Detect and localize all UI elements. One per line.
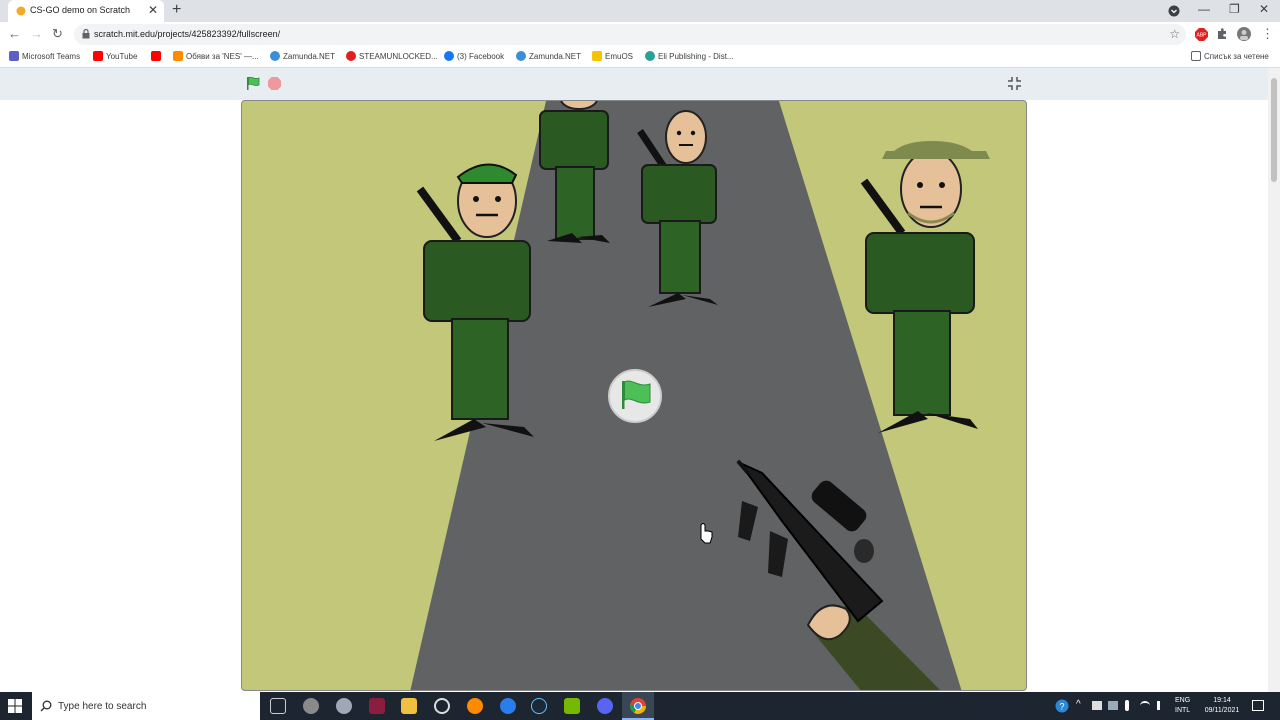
- steamunlocked-icon: [346, 51, 356, 61]
- wifi-icon[interactable]: [1140, 701, 1150, 710]
- clock[interactable]: 19:14 09/11/2021: [1200, 696, 1244, 716]
- bookmark-item[interactable]: Zamunda.NET: [270, 51, 335, 61]
- scratch-favicon-icon: [16, 6, 26, 16]
- green-flag-icon[interactable]: [246, 76, 261, 91]
- bookmark-item[interactable]: EmuOS: [592, 51, 633, 61]
- emuos-icon: [592, 51, 602, 61]
- bookmark-item[interactable]: Zamunda.NET: [516, 51, 581, 61]
- task-view-icon[interactable]: [270, 698, 286, 714]
- scratch-controls-bar: [0, 68, 1268, 100]
- bookmark-item[interactable]: YouTube: [93, 51, 137, 61]
- tab-search-icon[interactable]: [1168, 5, 1180, 17]
- chrome-taskbar-button[interactable]: [622, 692, 654, 720]
- windows-taskbar: Type here to search ? ^ ENG INTL 19:14 09/…: [0, 692, 1280, 720]
- reload-icon[interactable]: ↻: [52, 26, 63, 42]
- help-icon[interactable]: ?: [1055, 699, 1069, 713]
- olx-icon: [173, 51, 183, 61]
- page-scrollbar[interactable]: [1268, 68, 1280, 692]
- bookmark-item[interactable]: Microsoft Teams: [9, 51, 80, 61]
- close-window-button[interactable]: ✕: [1259, 2, 1269, 16]
- windows-start-icon[interactable]: [8, 699, 22, 713]
- extensions-puzzle-icon[interactable]: [1216, 28, 1228, 40]
- volume-icon[interactable]: [1157, 701, 1167, 710]
- zamunda-icon: [270, 51, 280, 61]
- adblock-icon[interactable]: ABP: [1195, 28, 1208, 41]
- scratch-stage[interactable]: [241, 100, 1027, 691]
- youtube-icon: [93, 51, 103, 61]
- enemy-soldier: [860, 141, 990, 433]
- tab-strip: CS-GO demo on Scratch ✕ + — ❐ ✕: [0, 0, 1280, 22]
- stop-sign-icon[interactable]: [267, 76, 282, 91]
- nvidia-icon[interactable]: [564, 698, 580, 714]
- search-icon: [40, 700, 52, 712]
- tray-steam-icon[interactable]: [1108, 701, 1118, 710]
- address-bar[interactable]: scratch.mit.edu/projects/425823392/fulls…: [74, 24, 1186, 45]
- reading-list-icon: [1191, 51, 1201, 61]
- search-placeholder: Type here to search: [58, 701, 147, 712]
- settings-gear-icon[interactable]: [303, 698, 319, 714]
- reading-list-button[interactable]: Списък за четене: [1191, 51, 1269, 61]
- eli-publishing-icon: [645, 51, 655, 61]
- profile-avatar[interactable]: [1237, 27, 1251, 41]
- language-indicator[interactable]: ENG INTL: [1175, 696, 1190, 716]
- browser-toolbar: ← → ↻ scratch.mit.edu/projects/425823392…: [0, 22, 1280, 46]
- bookmark-item[interactable]: (3) Facebook: [444, 51, 504, 61]
- steam-icon[interactable]: [531, 698, 547, 714]
- tray-chevron-icon[interactable]: ^: [1076, 699, 1081, 710]
- bookmark-item[interactable]: STEAMUNLOCKED...: [346, 51, 438, 61]
- file-explorer-icon[interactable]: [401, 698, 417, 714]
- taskbar-search-box[interactable]: Type here to search: [32, 692, 260, 720]
- bookmark-star-icon[interactable]: ☆: [1169, 27, 1180, 41]
- youtube-icon: [151, 51, 161, 61]
- svg-text:ABP: ABP: [1196, 33, 1207, 39]
- bookmark-item[interactable]: Eli Publishing - Dist...: [645, 51, 734, 61]
- bookmarks-bar: Microsoft Teams YouTube Обяви за 'NES' —…: [0, 46, 1280, 68]
- bookmark-item[interactable]: Обяви за 'NES' —...: [173, 51, 259, 61]
- forward-arrow-icon[interactable]: →: [30, 26, 43, 42]
- url-text: scratch.mit.edu/projects/425823392/fulls…: [94, 29, 281, 39]
- discord-icon[interactable]: [597, 698, 613, 714]
- tab-title: CS-GO demo on Scratch: [30, 5, 131, 15]
- lock-icon: [82, 29, 90, 39]
- new-tab-button[interactable]: +: [172, 1, 181, 19]
- facebook-icon: [444, 51, 454, 61]
- teams-icon: [9, 51, 19, 61]
- microphone-icon[interactable]: [1125, 700, 1129, 711]
- restore-button[interactable]: ❐: [1229, 2, 1240, 16]
- svg-text:?: ?: [1059, 702, 1064, 712]
- bookmark-item[interactable]: [151, 51, 161, 61]
- back-arrow-icon[interactable]: ←: [8, 26, 21, 42]
- green-flag-overlay-icon[interactable]: [608, 369, 662, 423]
- scrollbar-thumb[interactable]: [1271, 78, 1277, 182]
- tab-close-icon[interactable]: ✕: [148, 3, 158, 17]
- app-icon[interactable]: [336, 698, 352, 714]
- obs-icon[interactable]: [434, 698, 450, 714]
- notifications-icon[interactable]: [1252, 700, 1264, 711]
- browser-tab[interactable]: CS-GO demo on Scratch ✕: [8, 0, 164, 22]
- winrar-icon[interactable]: [369, 698, 385, 714]
- browser-icon[interactable]: [500, 698, 516, 714]
- minimize-button[interactable]: —: [1198, 2, 1210, 16]
- zamunda-icon: [516, 51, 526, 61]
- chrome-icon: [630, 698, 646, 714]
- exit-fullscreen-icon[interactable]: [1007, 76, 1022, 91]
- menu-dots-icon[interactable]: ⋮: [1261, 26, 1274, 42]
- tray-app-icon[interactable]: [1092, 701, 1102, 710]
- firefox-icon[interactable]: [467, 698, 483, 714]
